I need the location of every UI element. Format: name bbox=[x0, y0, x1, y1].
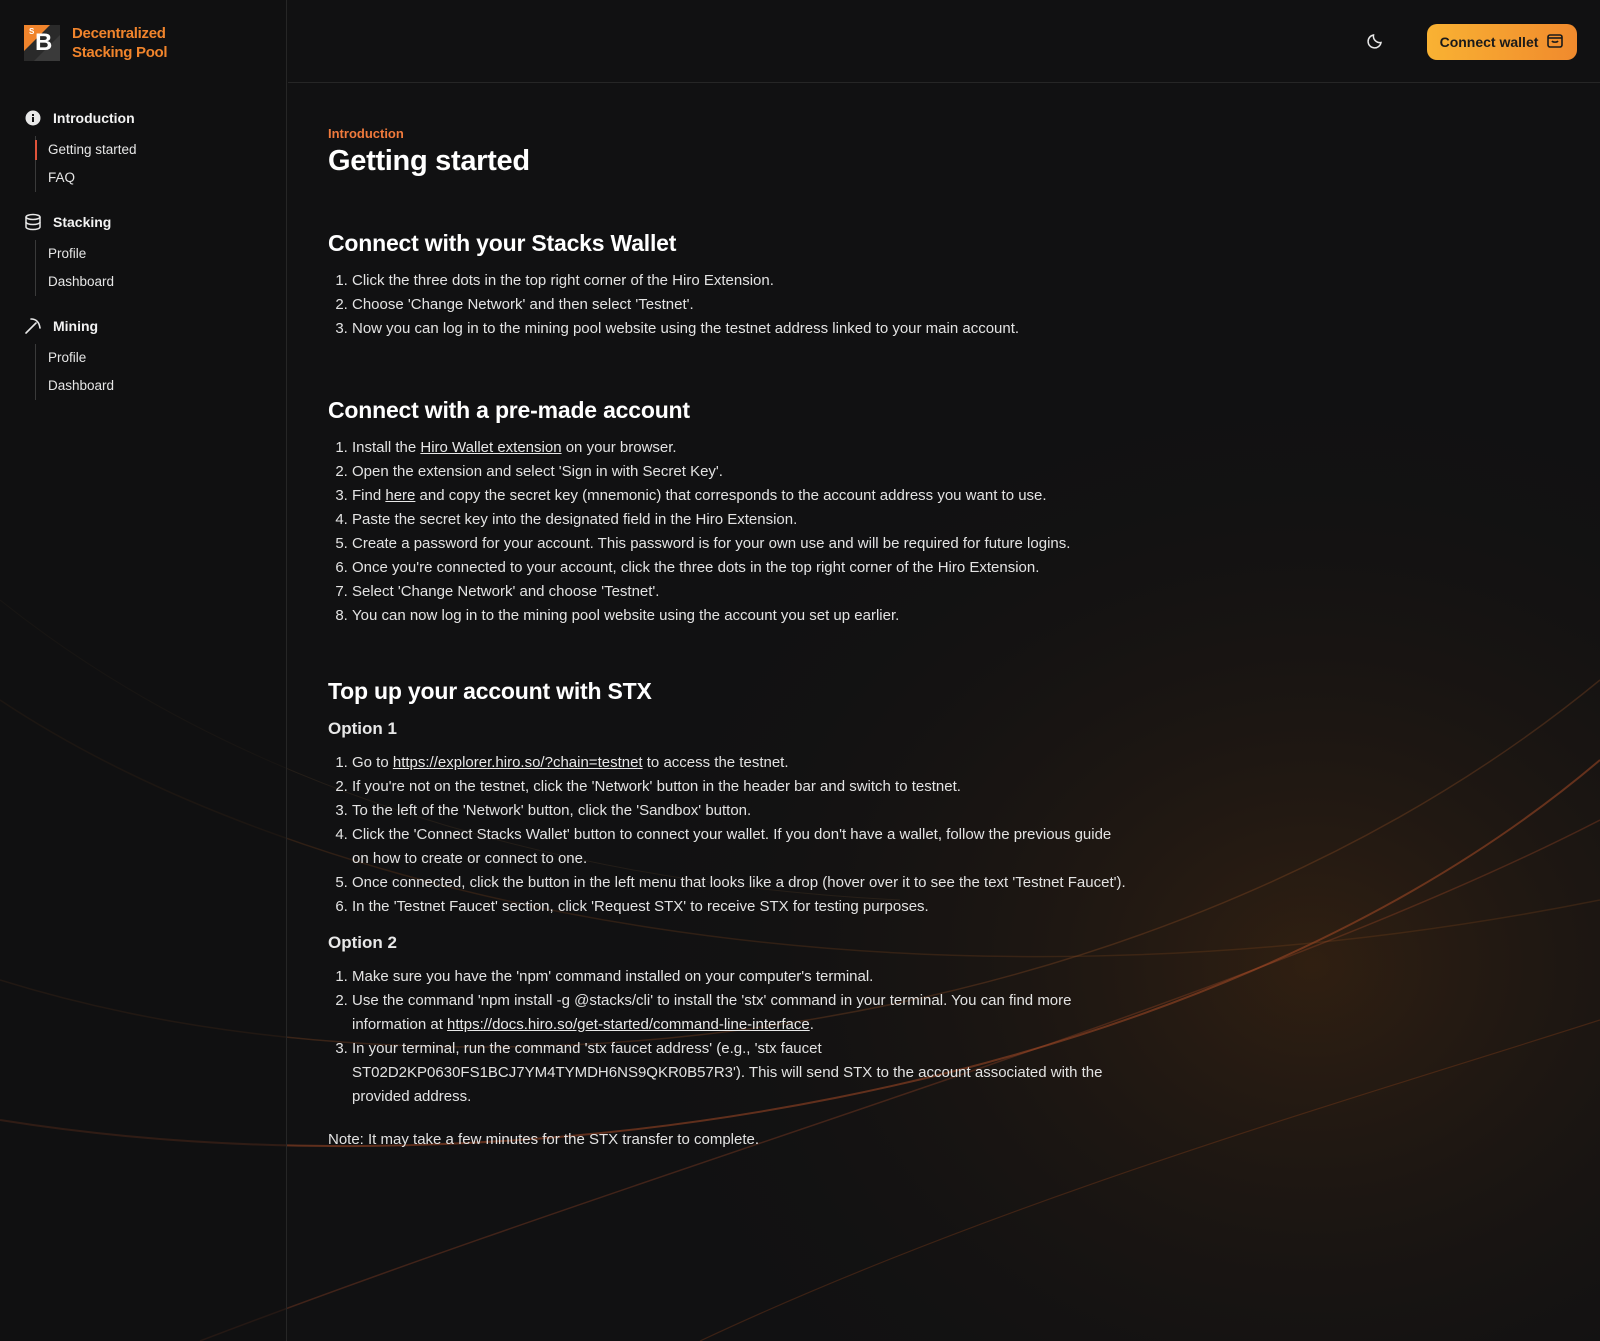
connect-wallet-label: Connect wallet bbox=[1439, 34, 1539, 50]
text: on your browser. bbox=[561, 439, 677, 456]
sidebar-item-getting-started[interactable]: Getting started bbox=[35, 136, 264, 164]
section-premade-account: Connect with a pre-made account Install … bbox=[328, 397, 1128, 628]
nav-head-introduction[interactable]: Introduction bbox=[24, 106, 264, 130]
docs-link[interactable]: https://docs.hiro.so/get-started/command… bbox=[447, 1016, 810, 1033]
list-item: Open the extension and select 'Sign in w… bbox=[352, 460, 1128, 484]
steps-list: Install the Hiro Wallet extension on you… bbox=[328, 436, 1128, 628]
section-title: Top up your account with STX bbox=[328, 678, 652, 704]
section-top-up: Top up your account with STX Option 1 Go… bbox=[328, 678, 1128, 1109]
moon-icon bbox=[1366, 34, 1386, 54]
list-item: You can now log in to the mining pool we… bbox=[352, 604, 1128, 628]
top-bar bbox=[288, 0, 1600, 83]
sidebar-item-stacking-dashboard[interactable]: Dashboard bbox=[36, 268, 264, 296]
text: Go to bbox=[352, 754, 393, 771]
sidebar-item-faq[interactable]: FAQ bbox=[36, 164, 264, 192]
option-1-title: Option 1 bbox=[328, 719, 397, 738]
wallet-icon bbox=[1546, 32, 1564, 53]
sidebar-item-mining-profile[interactable]: Profile bbox=[36, 344, 264, 372]
list-item: Go to https://explorer.hiro.so/?chain=te… bbox=[352, 751, 1128, 775]
list-item: Create a password for your account. This… bbox=[352, 532, 1128, 556]
section-title: Connect with your Stacks Wallet bbox=[328, 230, 677, 256]
list-item: Once connected, click the button in the … bbox=[352, 871, 1128, 895]
database-icon bbox=[24, 213, 42, 231]
nav-group-introduction: Introduction Getting started FAQ bbox=[24, 106, 264, 192]
logo-line-2: Stacking Pool bbox=[72, 44, 168, 61]
logo[interactable]: B S Decentralized Stacking Pool bbox=[24, 24, 168, 62]
text: Find bbox=[352, 487, 386, 504]
logo-line-1: Decentralized bbox=[72, 25, 166, 42]
nav-head-stacking[interactable]: Stacking bbox=[24, 210, 264, 234]
sidebar-nav: Introduction Getting started FAQ Stackin… bbox=[24, 106, 264, 418]
sidebar: B S Decentralized Stacking Pool Introduc… bbox=[0, 0, 287, 1341]
hiro-wallet-link[interactable]: Hiro Wallet extension bbox=[420, 439, 561, 456]
steps-list: Make sure you have the 'npm' command ins… bbox=[328, 965, 1128, 1109]
nav-head-label: Introduction bbox=[53, 110, 135, 126]
list-item: Find here and copy the secret key (mnemo… bbox=[352, 484, 1128, 508]
list-item: In your terminal, run the command 'stx f… bbox=[352, 1037, 1128, 1109]
nav-head-mining[interactable]: Mining bbox=[24, 314, 264, 338]
list-item: Click the three dots in the top right co… bbox=[352, 269, 1128, 293]
nav-group-stacking: Stacking Profile Dashboard bbox=[24, 210, 264, 296]
steps-list: Go to https://explorer.hiro.so/?chain=te… bbox=[328, 751, 1128, 919]
logo-icon: B S bbox=[24, 25, 60, 61]
here-link[interactable]: here bbox=[385, 487, 415, 504]
logo-letter: B bbox=[35, 29, 53, 56]
logo-text: Decentralized Stacking Pool bbox=[72, 24, 168, 62]
nav-sub-introduction: Getting started FAQ bbox=[35, 136, 264, 192]
theme-toggle-button[interactable] bbox=[1366, 30, 1390, 54]
info-icon bbox=[24, 109, 42, 127]
list-item: Select 'Change Network' and choose 'Test… bbox=[352, 580, 1128, 604]
steps-list: Click the three dots in the top right co… bbox=[328, 269, 1128, 341]
page-eyebrow: Introduction bbox=[328, 126, 404, 141]
nav-sub-stacking: Profile Dashboard bbox=[35, 240, 264, 296]
page-title: Getting started bbox=[328, 145, 530, 177]
nav-group-mining: Mining Profile Dashboard bbox=[24, 314, 264, 400]
list-item: In the 'Testnet Faucet' section, click '… bbox=[352, 895, 1128, 919]
list-item: Install the Hiro Wallet extension on you… bbox=[352, 436, 1128, 460]
text: Install the bbox=[352, 439, 421, 456]
list-item: Click the 'Connect Stacks Wallet' button… bbox=[352, 823, 1128, 871]
list-item: Make sure you have the 'npm' command ins… bbox=[352, 965, 1128, 989]
section-title: Connect with a pre-made account bbox=[328, 397, 690, 423]
section-stacks-wallet: Connect with your Stacks Wallet Click th… bbox=[328, 230, 1128, 341]
list-item: Paste the secret key into the designated… bbox=[352, 508, 1128, 532]
text: and copy the secret key (mnemonic) that … bbox=[415, 487, 1047, 504]
list-item: Now you can log in to the mining pool we… bbox=[352, 317, 1128, 341]
nav-head-label: Mining bbox=[53, 318, 99, 334]
explorer-link[interactable]: https://explorer.hiro.so/?chain=testnet bbox=[393, 754, 643, 771]
pickaxe-icon bbox=[24, 317, 42, 335]
text: to access the testnet. bbox=[642, 754, 789, 771]
list-item: Choose 'Change Network' and then select … bbox=[352, 293, 1128, 317]
nav-sub-mining: Profile Dashboard bbox=[35, 344, 264, 400]
list-item: To the left of the 'Network' button, cli… bbox=[352, 799, 1128, 823]
note-text: Note: It may take a few minutes for the … bbox=[328, 1131, 760, 1148]
nav-head-label: Stacking bbox=[53, 214, 112, 230]
sidebar-item-stacking-profile[interactable]: Profile bbox=[36, 240, 264, 268]
main-content: Introduction Getting started Connect wit… bbox=[328, 126, 1128, 1148]
option-2-title: Option 2 bbox=[328, 933, 397, 952]
list-item: If you're not on the testnet, click the … bbox=[352, 775, 1128, 799]
text: . bbox=[809, 1016, 814, 1033]
connect-wallet-button[interactable]: Connect wallet bbox=[1427, 24, 1577, 60]
list-item: Once you're connected to your account, c… bbox=[352, 556, 1128, 580]
sidebar-item-mining-dashboard[interactable]: Dashboard bbox=[36, 372, 264, 400]
list-item: Use the command 'npm install -g @stacks/… bbox=[352, 989, 1128, 1037]
logo-small-letter: S bbox=[29, 27, 35, 36]
